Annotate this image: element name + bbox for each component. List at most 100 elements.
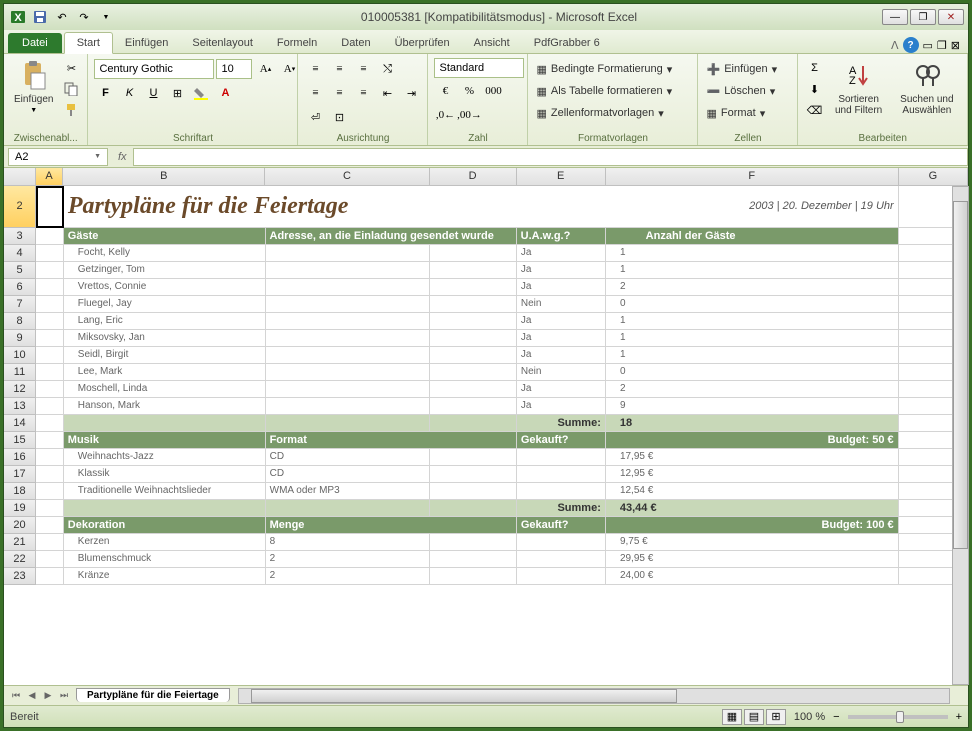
help-icon[interactable]: ? [903,37,919,53]
maximize-button[interactable]: ❐ [910,9,936,25]
cell[interactable] [36,517,64,534]
cell[interactable]: CD [266,466,430,483]
cell[interactable] [36,568,64,585]
cell[interactable] [266,398,430,415]
italic-button[interactable]: K [118,82,140,104]
cell[interactable] [36,364,64,381]
cell[interactable]: Budget: 100 € [606,517,899,534]
indent-decrease-icon[interactable]: ⇤ [376,82,398,104]
cell[interactable]: Hanson, Mark [64,398,266,415]
header-cell[interactable]: Menge [266,517,517,534]
conditional-formatting-button[interactable]: ▦Bedingte Formatierung ▾ [534,58,674,80]
align-bottom-icon[interactable]: ≡ [352,58,374,80]
cell[interactable]: 43,44 € [606,500,899,517]
wb-restore-icon[interactable]: ❐ [937,39,947,52]
file-tab[interactable]: Datei [8,33,62,53]
cell[interactable] [430,534,517,551]
indent-increase-icon[interactable]: ⇥ [400,82,422,104]
name-box[interactable]: A2▼ [8,148,108,166]
cell[interactable] [36,449,64,466]
cell[interactable]: Nein [517,296,606,313]
cell[interactable] [430,347,517,364]
cell[interactable]: Miksovsky, Jan [64,330,266,347]
col-header-e[interactable]: E [517,168,606,186]
cut-icon[interactable]: ✂ [61,58,81,78]
cell[interactable] [64,415,266,432]
cell[interactable] [36,262,64,279]
row-header[interactable]: 17 [4,466,36,483]
row-header[interactable]: 11 [4,364,36,381]
cell[interactable]: Gäste [64,228,266,245]
minimize-button[interactable]: — [882,9,908,25]
cell[interactable]: Ja [517,313,606,330]
underline-button[interactable]: U [142,82,164,104]
delete-cells-button[interactable]: ➖Löschen ▾ [704,80,777,102]
cell[interactable] [36,432,64,449]
align-center-icon[interactable]: ≡ [328,82,350,104]
cell[interactable]: 0 [606,364,899,381]
row-header[interactable]: 16 [4,449,36,466]
fill-icon[interactable]: ⬇ [804,79,824,99]
tab-formulas[interactable]: Formeln [265,33,329,53]
cell[interactable]: 1 [606,347,899,364]
tab-layout[interactable]: Seitenlayout [180,33,265,53]
cell[interactable]: 8 [266,534,430,551]
cell[interactable]: 24,00 € [606,568,899,585]
sheet-last-icon[interactable]: ⏭ [56,688,72,704]
wb-close-icon[interactable]: ⊠ [951,39,960,52]
cell[interactable] [266,381,430,398]
row-header[interactable]: 13 [4,398,36,415]
cell[interactable] [36,466,64,483]
cell[interactable] [517,483,606,500]
cell[interactable] [430,245,517,262]
cell[interactable] [266,262,430,279]
cell[interactable] [266,296,430,313]
cell[interactable] [517,466,606,483]
tab-data[interactable]: Daten [329,33,382,53]
fill-color-button[interactable] [190,82,212,104]
row-header[interactable]: 18 [4,483,36,500]
cell[interactable]: Gekauft? [517,517,606,534]
cell[interactable]: Kränze [64,568,266,585]
cell[interactable] [36,500,64,517]
format-painter-icon[interactable] [61,100,81,120]
row-header[interactable]: 14 [4,415,36,432]
header-cell[interactable]: Format [266,432,517,449]
cell[interactable]: Nein [517,364,606,381]
cell[interactable]: 2 [606,279,899,296]
row-header[interactable]: 3 [4,228,36,245]
row-header[interactable]: 8 [4,313,36,330]
cell[interactable] [36,534,64,551]
cell[interactable] [266,245,430,262]
cell[interactable]: Dekoration [64,517,266,534]
cell[interactable]: 1 [606,262,899,279]
cell[interactable]: Summe: [517,500,606,517]
row-header[interactable]: 22 [4,551,36,568]
currency-icon[interactable]: € [434,80,456,102]
number-format-select[interactable] [434,58,524,78]
bold-button[interactable]: F [94,82,116,104]
cell[interactable] [36,347,64,364]
wrap-text-icon[interactable]: ⏎ [304,106,326,128]
cell[interactable]: Ja [517,262,606,279]
autosum-icon[interactable]: Σ [804,58,824,78]
cell[interactable] [36,228,64,245]
cell[interactable]: Ja [517,330,606,347]
vertical-scrollbar[interactable] [952,186,969,685]
align-right-icon[interactable]: ≡ [352,82,374,104]
cell[interactable]: Lang, Eric [64,313,266,330]
format-cells-button[interactable]: ▦Format ▾ [704,102,767,124]
redo-icon[interactable]: ↷ [74,7,94,27]
cell[interactable] [36,415,64,432]
cell[interactable] [430,296,517,313]
fx-button[interactable]: fx [112,151,133,163]
font-color-button[interactable]: A [214,82,236,104]
cell[interactable]: Blumenschmuck [64,551,266,568]
decrease-decimal-icon[interactable]: ,00→ [458,104,480,126]
cell[interactable]: Focht, Kelly [64,245,266,262]
row-header[interactable]: 12 [4,381,36,398]
format-as-table-button[interactable]: ▦Als Tabelle formatieren ▾ [534,80,674,102]
col-header-f[interactable]: F [606,168,899,186]
cell[interactable]: 2 [266,551,430,568]
cell[interactable]: U.A.w.g.? [517,228,606,245]
